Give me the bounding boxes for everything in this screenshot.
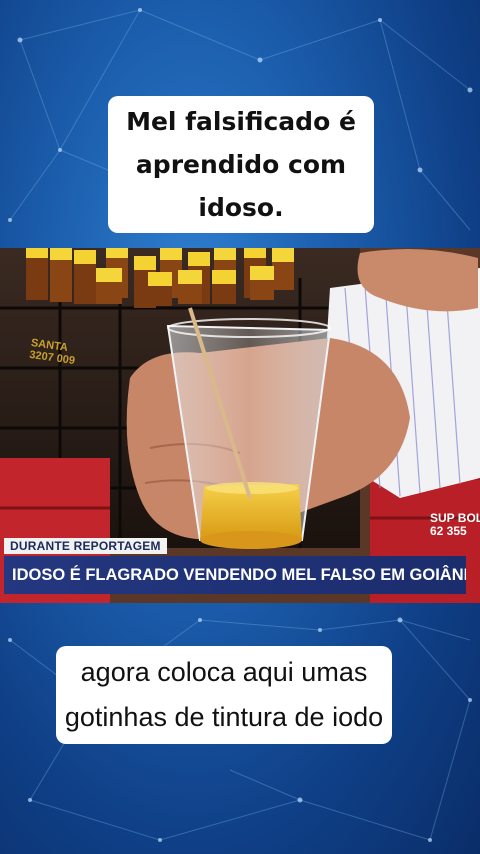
top-caption: Mel falsificado é aprendido com idoso. xyxy=(108,96,374,233)
news-headline: IDOSO É FLAGRADO VENDENDO MEL FALSO EM G… xyxy=(4,556,466,594)
bottom-caption: agora coloca aqui umas gotinhas de tintu… xyxy=(56,646,392,744)
news-tag: DURANTE REPORTAGEM xyxy=(4,538,167,554)
crate-label-text: SUP BOL 62 355 xyxy=(430,511,480,538)
